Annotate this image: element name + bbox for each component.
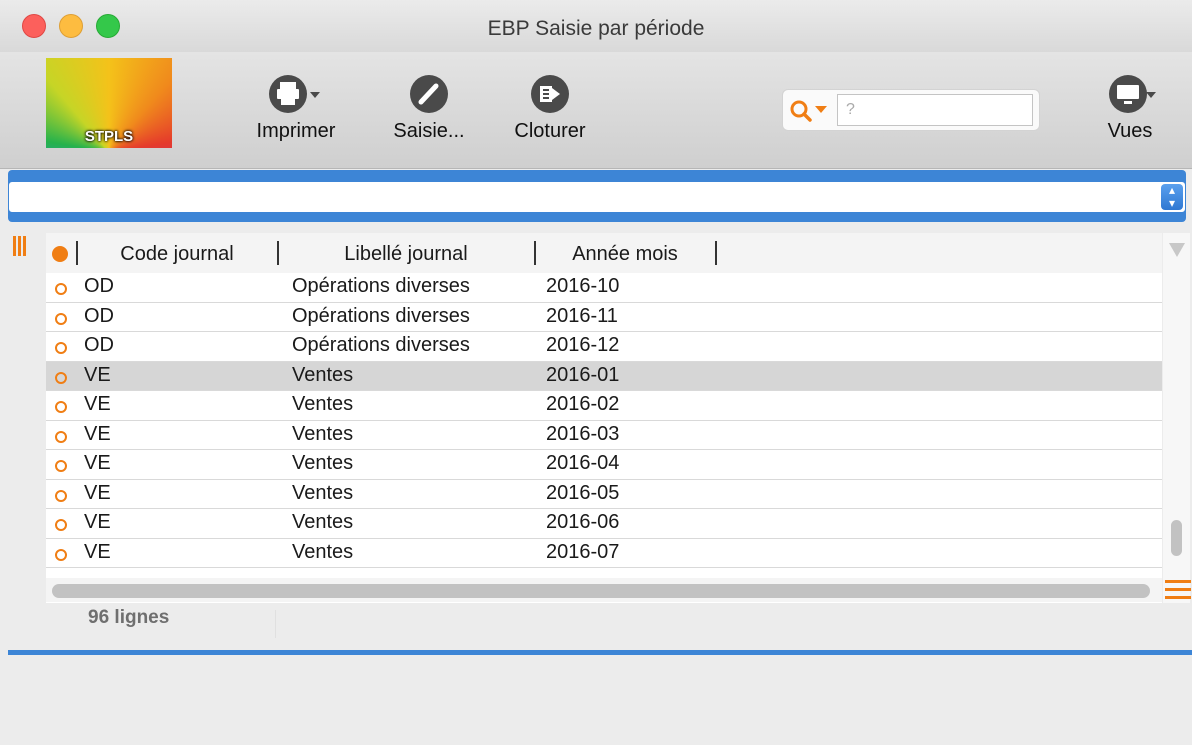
- edit-label: Saisie...: [393, 120, 465, 142]
- menu-icon[interactable]: [1165, 580, 1191, 600]
- status-dot-icon[interactable]: [52, 246, 68, 262]
- cell-annee-mois: 2016-05: [546, 481, 620, 504]
- cell-annee-mois: 2016-11: [546, 304, 618, 327]
- cell-libelle: Ventes: [292, 540, 354, 563]
- print-label: Imprimer: [256, 120, 336, 142]
- cell-libelle: Ventes: [292, 481, 354, 504]
- table-row[interactable]: VE Ventes 2016-04: [46, 450, 1162, 480]
- columns-config-icon[interactable]: [13, 236, 27, 256]
- table-row[interactable]: VE Ventes 2016-03: [46, 421, 1162, 450]
- column-header-libelle[interactable]: Libellé journal: [279, 243, 533, 266]
- company-logo[interactable]: STPLS: [46, 58, 172, 148]
- search-icon[interactable]: [789, 99, 835, 123]
- search-box: [782, 89, 1040, 131]
- cell-libelle: Ventes: [292, 452, 354, 474]
- cell-annee-mois: 2016-03: [546, 422, 620, 445]
- bottom-divider: [8, 650, 1192, 655]
- row-count: 96 lignes: [88, 607, 170, 628]
- cell-annee-mois: 2016-01: [546, 363, 620, 386]
- cell-code: OD: [84, 334, 114, 356]
- close-period-button[interactable]: Cloturer: [500, 72, 600, 143]
- table-row[interactable]: OD Opérations diverses 2016-11: [46, 303, 1162, 332]
- cell-code: VE: [84, 540, 111, 563]
- cell-annee-mois: 2016-10: [546, 275, 620, 297]
- row-status-icon: [55, 460, 67, 472]
- monitor-icon: [1109, 75, 1156, 113]
- row-status-icon: [55, 489, 67, 502]
- row-status-icon: [55, 430, 67, 443]
- table-row[interactable]: VE Ventes 2016-06: [46, 509, 1162, 539]
- row-status-icon: [55, 519, 67, 531]
- view-selector[interactable]: ▴ ▾: [8, 181, 1186, 213]
- view-selector-bar: ▴ ▾: [8, 170, 1186, 222]
- row-status-icon: [55, 371, 67, 384]
- table-row[interactable]: OD Opérations diverses 2016-10: [46, 273, 1162, 303]
- horizontal-scrollbar[interactable]: [46, 578, 1162, 602]
- row-status-icon: [55, 342, 67, 354]
- table-row[interactable]: VE Ventes 2016-02: [46, 391, 1162, 421]
- cell-code: VE: [84, 363, 111, 386]
- search-input[interactable]: [837, 94, 1033, 126]
- column-separator[interactable]: [715, 241, 717, 265]
- cell-annee-mois: 2016-02: [546, 393, 620, 415]
- cell-code: VE: [84, 422, 111, 445]
- cell-annee-mois: 2016-04: [546, 452, 620, 474]
- cell-code: VE: [84, 511, 111, 533]
- pencil-icon: [410, 75, 448, 113]
- cell-libelle: Ventes: [292, 422, 354, 445]
- table-row[interactable]: VE Ventes 2016-05: [46, 480, 1162, 509]
- cell-code: VE: [84, 452, 111, 474]
- cell-libelle: Opérations diverses: [292, 304, 470, 327]
- views-button[interactable]: Vues: [1090, 72, 1170, 143]
- row-status-icon: [55, 283, 67, 295]
- vertical-scrollbar[interactable]: [1163, 233, 1190, 603]
- cell-code: OD: [84, 275, 114, 297]
- table-row[interactable]: VE Ventes 2016-01: [46, 361, 1162, 391]
- logo-text: STPLS: [84, 128, 134, 145]
- cell-code: VE: [84, 393, 111, 415]
- journal-table: Code journal Libellé journal Année mois …: [46, 233, 1162, 603]
- scroll-arrow-icon[interactable]: [1169, 243, 1185, 257]
- exit-icon: [531, 75, 569, 113]
- table-body: OD Opérations diverses 2016-10 OD Opérations…: [46, 273, 1162, 568]
- table-header: Code journal Libellé journal Année mois: [46, 233, 1162, 273]
- vertical-scroll-thumb[interactable]: [1171, 520, 1182, 556]
- print-button[interactable]: Imprimer: [244, 72, 348, 143]
- footer-divider: [275, 610, 276, 638]
- cell-annee-mois: 2016-12: [546, 334, 620, 356]
- table-row[interactable]: VE Ventes 2016-07: [46, 539, 1162, 568]
- cell-libelle: Ventes: [292, 511, 354, 533]
- edit-button[interactable]: Saisie...: [379, 72, 479, 143]
- row-status-icon: [55, 548, 67, 561]
- close-period-label: Cloturer: [514, 120, 586, 142]
- row-status-icon: [55, 312, 67, 325]
- cell-code: VE: [84, 481, 111, 504]
- row-status-icon: [55, 401, 67, 413]
- horizontal-scroll-thumb[interactable]: [52, 584, 1150, 598]
- cell-libelle: Opérations diverses: [292, 334, 470, 356]
- cell-code: OD: [84, 304, 114, 327]
- cell-annee-mois: 2016-07: [546, 540, 620, 563]
- title-bar: EBP Saisie par période: [0, 0, 1192, 52]
- chevron-up-down-icon[interactable]: ▴ ▾: [1161, 184, 1183, 210]
- window-title: EBP Saisie par période: [487, 17, 705, 40]
- cell-libelle: Ventes: [292, 363, 354, 386]
- cell-libelle: Ventes: [292, 393, 354, 415]
- printer-icon: [269, 75, 320, 113]
- cell-libelle: Opérations diverses: [292, 275, 470, 297]
- table-row[interactable]: OD Opérations diverses 2016-12: [46, 332, 1162, 362]
- views-label: Vues: [1107, 120, 1153, 142]
- cell-annee-mois: 2016-06: [546, 511, 620, 533]
- column-header-code[interactable]: Code journal: [78, 243, 276, 266]
- column-header-annee-mois[interactable]: Année mois: [536, 243, 714, 266]
